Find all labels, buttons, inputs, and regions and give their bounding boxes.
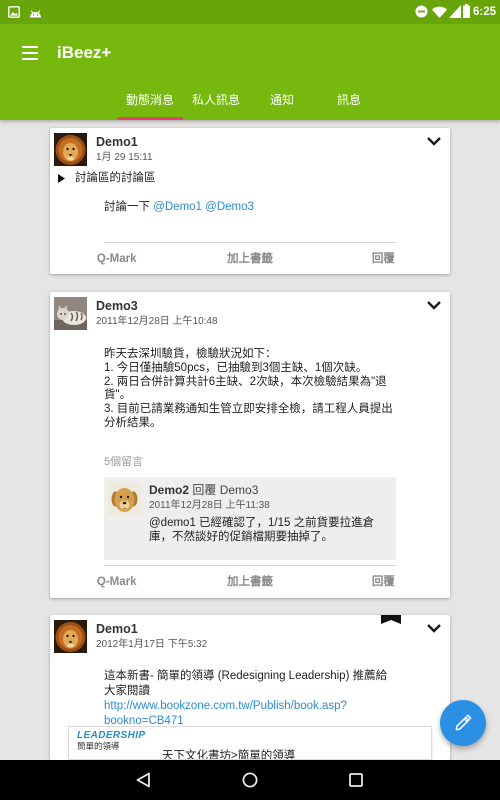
- post-timestamp: 2011年12月28日 上午10:48: [96, 316, 218, 327]
- comment-author[interactable]: Demo2: [149, 483, 189, 497]
- link-preview-logo: LEADERSHIP 簡單的領導: [77, 730, 153, 756]
- home-icon: [242, 772, 258, 788]
- post-card: Demo3 2011年12月28日 上午10:48 昨天去深圳驗貨，檢驗狀況如下…: [50, 292, 450, 598]
- post-author[interactable]: Demo1: [96, 135, 138, 150]
- do-not-disturb-icon: [415, 5, 428, 18]
- post-body-line: 1. 今日僅抽驗50pcs，已抽驗到3個主缺、1個次缺。: [104, 361, 368, 374]
- app-title: iBeez+: [57, 43, 112, 62]
- author-avatar[interactable]: [54, 133, 87, 166]
- author-avatar[interactable]: [54, 297, 87, 330]
- recents-icon: [349, 773, 363, 787]
- add-bookmark-button[interactable]: 加上書籤: [183, 569, 316, 595]
- link-preview-card[interactable]: LEADERSHIP 簡單的領導 天下文化書坊>簡單的領導: [68, 726, 432, 760]
- home-button[interactable]: [230, 760, 270, 800]
- app-bar: iBeez+: [0, 24, 500, 80]
- reply-button[interactable]: 回覆: [317, 569, 450, 595]
- topic-title: 討論區的討論區: [75, 172, 156, 184]
- mention-link[interactable]: @Demo1: [153, 201, 202, 213]
- tab-private-messages[interactable]: 私人訊息: [183, 80, 249, 120]
- post-body: 昨天去深圳驗貨，檢驗狀況如下： 1. 今日僅抽驗50pcs，已抽驗到3個主缺、1…: [104, 348, 396, 431]
- android-icon: [30, 10, 41, 18]
- status-bar: 6:25: [0, 0, 500, 24]
- post-body-text: 這本新書- 簡單的領導 (Redesigning Leadership) 推薦給…: [104, 670, 388, 697]
- chevron-down-icon[interactable]: [426, 623, 442, 633]
- divider: [104, 565, 397, 566]
- post-body: 討論一下 @Demo1 @Demo3: [104, 200, 396, 214]
- comment-text: @demo1 已經確認了，1/15 之前貨要拉進倉庫，不然談好的促銷檔期要抽掉了…: [149, 517, 375, 543]
- hamburger-menu-icon: [22, 46, 38, 60]
- post-card: Demo1 2012年1月17日 下午5:32 這本新書- 簡單的領導 (Red…: [50, 615, 450, 760]
- post-body-line: 昨天去深圳驗貨，檢驗狀況如下：: [104, 348, 277, 360]
- compose-post-button[interactable]: [440, 700, 486, 746]
- battery-icon: [463, 4, 470, 18]
- post-actions: Q-Mark 加上書籤 回覆: [50, 569, 450, 595]
- tab-label: 通知: [269, 93, 294, 107]
- comment-reply-to: 回覆 Demo3: [192, 483, 259, 497]
- post-body-line: 2. 兩日合併計算共計6主缺、2次缺，本次檢驗結果為"退貨"。: [104, 375, 387, 402]
- tab-bar: 動態消息 私人訊息 通知 訊息: [0, 80, 500, 120]
- tab-notifications[interactable]: 通知: [249, 80, 315, 120]
- qmark-button[interactable]: Q-Mark: [50, 569, 183, 595]
- mention-link[interactable]: @Demo3: [205, 201, 254, 213]
- post-link[interactable]: http://www.bookzone.com.tw/Publish/book.…: [104, 700, 347, 727]
- author-avatar[interactable]: [54, 620, 87, 653]
- post-body-line: 3. 目前已請業務通知生管立即安排全檢，請工程人員提出分析結果。: [104, 403, 393, 429]
- post-timestamp: 2012年1月17日 下午5:32: [96, 639, 208, 650]
- add-bookmark-button[interactable]: 加上書籤: [183, 246, 316, 272]
- logo-text: LEADERSHIP: [77, 730, 146, 741]
- cellular-signal-icon: [449, 5, 461, 18]
- link-preview-title: 天下文化書坊>簡單的領導: [162, 750, 296, 760]
- qmark-button[interactable]: Q-Mark: [50, 246, 183, 272]
- post-topic[interactable]: 討論區的討論區: [58, 171, 358, 185]
- post-card: Demo1 1月 29 15:11 討論區的討論區 討論一下 @Demo1 @D…: [50, 128, 450, 274]
- tab-label: 私人訊息: [191, 93, 240, 107]
- hamburger-menu-button[interactable]: [14, 37, 46, 69]
- reply-button[interactable]: 回覆: [317, 246, 450, 272]
- back-icon: [136, 772, 150, 788]
- post-author[interactable]: Demo1: [96, 622, 138, 637]
- news-feed[interactable]: Demo1 1月 29 15:11 討論區的討論區 討論一下 @Demo1 @D…: [0, 120, 500, 760]
- chevron-down-icon[interactable]: [426, 300, 442, 310]
- comment-timestamp: 2011年12月28日 上午11:38: [149, 500, 270, 511]
- post-body: 這本新書- 簡單的領導 (Redesigning Leadership) 推薦給…: [104, 669, 396, 729]
- tab-messages[interactable]: 訊息: [316, 80, 382, 120]
- back-button[interactable]: [123, 760, 163, 800]
- expand-triangle-icon: [58, 173, 65, 183]
- selected-tab-indicator: [117, 117, 183, 120]
- recents-button[interactable]: [336, 760, 376, 800]
- comment-count-link[interactable]: 5個留言: [104, 455, 143, 469]
- tab-news-feed[interactable]: 動態消息: [117, 80, 183, 120]
- post-actions: Q-Mark 加上書籤 回覆: [50, 246, 450, 272]
- divider: [104, 242, 397, 243]
- pencil-icon: [455, 714, 472, 731]
- image-icon: [8, 6, 20, 18]
- status-time: 6:25: [472, 6, 496, 18]
- post-timestamp: 1月 29 15:11: [96, 152, 153, 163]
- commenter-avatar[interactable]: [108, 482, 141, 515]
- wifi-icon: [432, 6, 447, 18]
- logo-subtitle: 簡單的領導: [77, 741, 120, 751]
- tab-label: 訊息: [336, 93, 361, 107]
- tab-label: 動態消息: [125, 93, 174, 107]
- post-author[interactable]: Demo3: [96, 299, 138, 314]
- system-navigation-bar: [0, 760, 500, 800]
- post-body-text: 討論一下: [104, 201, 150, 213]
- bookmark-ribbon-icon: [381, 615, 401, 624]
- chevron-down-icon[interactable]: [426, 136, 442, 146]
- comment-header: Demo2 回覆 Demo3: [149, 483, 258, 497]
- comment-item: Demo2 回覆 Demo3 2011年12月28日 上午11:38 @demo…: [104, 477, 396, 560]
